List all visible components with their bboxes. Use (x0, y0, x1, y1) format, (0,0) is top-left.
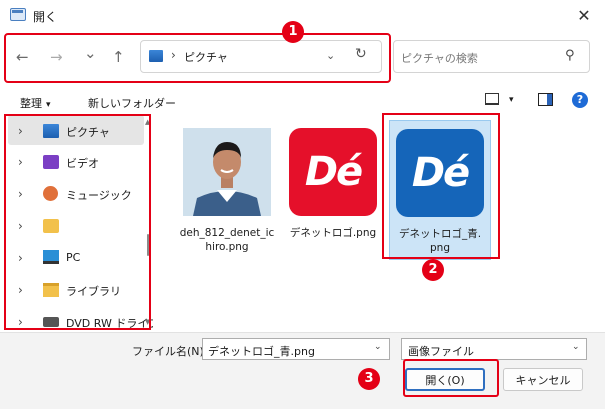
filename-label: ファイル名(N): (132, 345, 208, 358)
expand-chevron-icon[interactable]: › (18, 155, 23, 169)
organize-menu[interactable]: 整理 ▾ (20, 95, 51, 111)
sidebar-scrollbar[interactable] (147, 234, 149, 256)
sidebar-item-label[interactable]: ライブラリ (66, 283, 121, 299)
callout-badge-1: 1 (282, 21, 304, 43)
organize-label: 整理 (20, 97, 42, 110)
file-name-line: デネットロゴ_青. (398, 228, 482, 240)
recent-locations-button[interactable]: ⌄ (84, 44, 97, 62)
pictures-icon (149, 50, 163, 62)
file-name: デネットロゴ.png (281, 226, 385, 240)
refresh-icon[interactable]: ↻ (355, 46, 367, 62)
pc-icon (43, 250, 59, 264)
de-logo-blue-thumbnail: Dé (396, 129, 484, 217)
view-mode-icon[interactable] (485, 93, 499, 105)
scroll-up-icon[interactable]: ▲ (145, 118, 150, 126)
new-folder-button[interactable]: 新しいフォルダー (88, 95, 176, 111)
expand-chevron-icon[interactable]: › (18, 315, 23, 329)
breadcrumb-pictures[interactable]: ピクチャ (184, 49, 228, 65)
pictures-icon (43, 124, 59, 138)
close-button[interactable]: ✕ (569, 3, 599, 27)
address-bar[interactable] (140, 40, 382, 73)
file-item[interactable]: deh_812_denet_ic hiro.png (175, 120, 279, 260)
forward-button[interactable]: → (50, 48, 63, 66)
cancel-button[interactable]: キャンセル (503, 368, 583, 391)
expand-chevron-icon[interactable]: › (18, 251, 23, 265)
file-name-line: png (430, 242, 450, 254)
window-title: 開く (33, 10, 58, 24)
folder-icon (43, 219, 59, 233)
preview-pane-icon[interactable] (538, 93, 553, 106)
callout-badge-3: 3 (358, 368, 380, 390)
caret-down-icon: ▾ (46, 100, 51, 110)
filename-dropdown-icon[interactable]: ⌄ (374, 342, 382, 352)
sidebar-item-label[interactable]: ビデオ (66, 155, 99, 171)
file-name-line: hiro.png (205, 241, 249, 253)
expand-chevron-icon[interactable]: › (18, 219, 23, 233)
file-list: deh_812_denet_ic hiro.png Dé デネットロゴ.png … (153, 114, 605, 332)
expand-chevron-icon[interactable]: › (18, 283, 23, 297)
filename-value[interactable]: デネットロゴ_青.png (208, 343, 315, 359)
person-photo-thumbnail (183, 128, 271, 216)
search-input[interactable]: ピクチャの検索 (401, 50, 478, 66)
open-button[interactable]: 開く(O) (405, 368, 485, 391)
file-name-line: deh_812_denet_ic (179, 227, 275, 239)
breadcrumb-chevron-icon[interactable]: › (171, 48, 176, 62)
sidebar-item-label[interactable]: ミュージック (66, 187, 132, 203)
filetype-dropdown-icon[interactable]: ⌄ (572, 342, 580, 352)
back-button[interactable]: ← (16, 48, 29, 66)
sidebar-item-label[interactable]: ピクチャ (66, 124, 110, 140)
search-icon[interactable]: ⚲ (565, 48, 575, 63)
videos-icon (43, 155, 59, 169)
callout-badge-2: 2 (422, 259, 444, 281)
scroll-down-icon[interactable]: ▼ (145, 318, 150, 326)
up-button[interactable]: ↑ (112, 48, 125, 66)
dvd-drive-icon (43, 317, 59, 327)
file-name: deh_812_denet_ic hiro.png (175, 226, 279, 254)
file-item[interactable]: Dé デネットロゴ.png (281, 120, 385, 260)
app-window-icon (10, 8, 26, 21)
music-icon (43, 186, 58, 201)
de-logo-red-thumbnail: Dé (289, 128, 377, 216)
expand-chevron-icon[interactable]: › (18, 187, 23, 201)
logo-text: Dé (411, 150, 470, 196)
library-icon (43, 283, 59, 297)
filetype-value[interactable]: 画像ファイル (408, 343, 474, 359)
view-caret-icon[interactable]: ▾ (509, 95, 514, 105)
help-icon[interactable]: ? (572, 92, 588, 108)
expand-chevron-icon[interactable]: › (18, 124, 23, 138)
address-dropdown-icon[interactable]: ⌄ (326, 49, 335, 62)
file-name-line: デネットロゴ.png (289, 227, 377, 239)
file-name: デネットロゴ_青. png (390, 227, 490, 255)
sidebar-item-label[interactable]: PC (66, 251, 80, 264)
file-item-selected[interactable]: Dé デネットロゴ_青. png (389, 120, 491, 260)
logo-text: Dé (304, 149, 363, 195)
